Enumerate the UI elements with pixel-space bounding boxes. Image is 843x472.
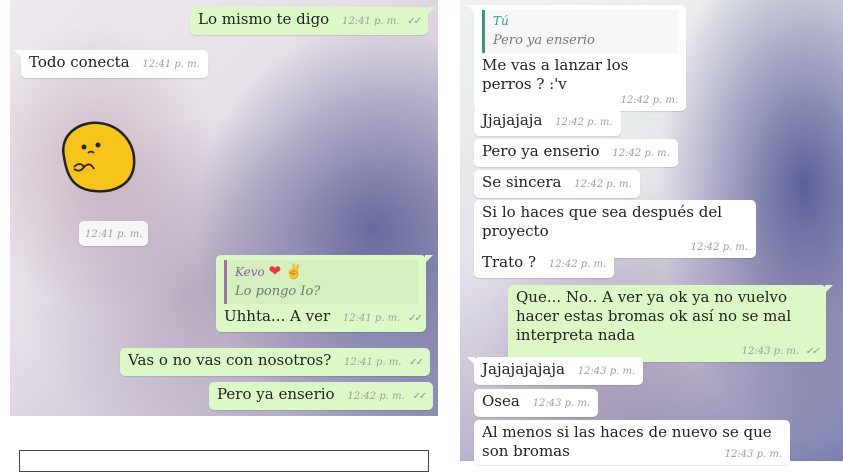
message-time: 12:42 p. m.	[620, 95, 678, 106]
quoted-message[interactable]: Tú Pero ya enserio	[482, 10, 678, 53]
message-bubble[interactable]: Pero ya enserio 12:42 p. m. ✓✓	[209, 382, 434, 410]
message-bubble[interactable]: Se sincera 12:42 p. m.	[474, 170, 640, 198]
message-text: Osea	[482, 392, 520, 410]
quote-author-name: Tú	[493, 14, 509, 28]
message-text: Uhhta... A ver	[224, 307, 331, 325]
message-time: 12:42 p. m.	[555, 117, 613, 128]
read-ticks-icon: ✓✓	[805, 346, 820, 357]
message-time: 12:42 p. m.	[548, 259, 607, 270]
message-text: Todo conecta	[29, 53, 130, 71]
message-bubble[interactable]: Trato ? 12:42 p. m.	[474, 250, 615, 278]
read-ticks-icon: ✓✓	[408, 313, 423, 324]
message-bubble[interactable]: Pero ya enserio 12:42 p. m.	[474, 139, 678, 167]
message-text: Jjajajaja	[482, 111, 543, 129]
message-text: Pero ya enserio	[482, 142, 600, 160]
message-time: 12:43 p. m.	[532, 398, 591, 409]
message-text: Trato ?	[482, 253, 536, 271]
read-ticks-icon: ✓✓	[409, 357, 424, 368]
message-text: Que... No.. A ver ya ok ya no vuelvo hac…	[516, 288, 792, 344]
message-bubble-reply[interactable]: Kevo ❤ ✌ Lo pongo Io? Uhhta... A ver 12:…	[216, 255, 433, 332]
read-ticks-icon: ✓✓	[412, 391, 428, 402]
message-bubble[interactable]: Jjajajaja 12:42 p. m.	[474, 108, 621, 136]
message-bubble[interactable]: Que... No.. A ver ya ok ya no vuelvo hac…	[508, 285, 833, 362]
message-time: 12:41 p. m.	[344, 357, 402, 368]
message-time: 12:41 p. m.	[342, 16, 400, 27]
message-bubble[interactable]: Vas o no vas con nosotros? 12:41 p. m. ✓…	[120, 348, 431, 376]
message-text: Pero ya enserio	[217, 385, 335, 403]
quote-text: Lo pongo Io?	[235, 284, 321, 299]
quote-author: Kevo ❤ ✌	[235, 262, 418, 282]
message-text: Jajajajajaja	[482, 360, 565, 378]
message-text: Me vas a lanzar los perros ? :'v	[482, 56, 629, 93]
victory-hand-icon: ✌	[284, 264, 303, 280]
message-bubble[interactable]: Osea 12:43 p. m.	[474, 389, 599, 417]
quoted-message[interactable]: Kevo ❤ ✌ Lo pongo Io?	[224, 260, 418, 304]
heart-icon: ❤	[268, 262, 282, 280]
message-bubble[interactable]: Al menos si las haces de nuevo se que so…	[474, 420, 790, 465]
message-time-label: 12:43 p. m.	[741, 346, 800, 357]
message-time: 12:42 p. m.	[574, 179, 632, 190]
message-bubble-reply[interactable]: Tú Pero ya enserio Me vas a lanzar los p…	[467, 5, 686, 111]
message-text: Vas o no vas con nosotros?	[128, 351, 332, 369]
message-time: 12:41 p. m.	[342, 313, 401, 324]
message-time: 12:41 p. m.	[85, 229, 143, 240]
message-text: Lo mismo te digo	[198, 10, 330, 28]
quote-author-name: Kevo	[235, 265, 265, 279]
text-box	[19, 450, 429, 472]
message-bubble[interactable]: Jajajajajaja 12:43 p. m.	[466, 357, 644, 385]
message-time: 12:41 p. m.	[142, 59, 200, 70]
yellow-blob-sticker-icon[interactable]	[54, 117, 138, 195]
message-time: 12:43 p. m.	[577, 366, 636, 377]
message-bubble[interactable]: Lo mismo te digo 12:41 p. m. ✓✓	[190, 7, 435, 35]
message-text: Se sincera	[482, 173, 562, 191]
message-text: Si lo haces que sea después del proyecto	[482, 203, 723, 240]
read-ticks-icon: ✓✓	[407, 16, 422, 27]
quote-text: Pero ya enserio	[493, 33, 595, 48]
sticker-time-badge: 12:41 p. m.	[79, 221, 149, 246]
message-time: 12:42 p. m.	[612, 148, 670, 159]
message-bubble[interactable]: Todo conecta 12:41 p. m.	[14, 50, 208, 78]
message-time: 12:42 p. m.	[347, 391, 405, 402]
